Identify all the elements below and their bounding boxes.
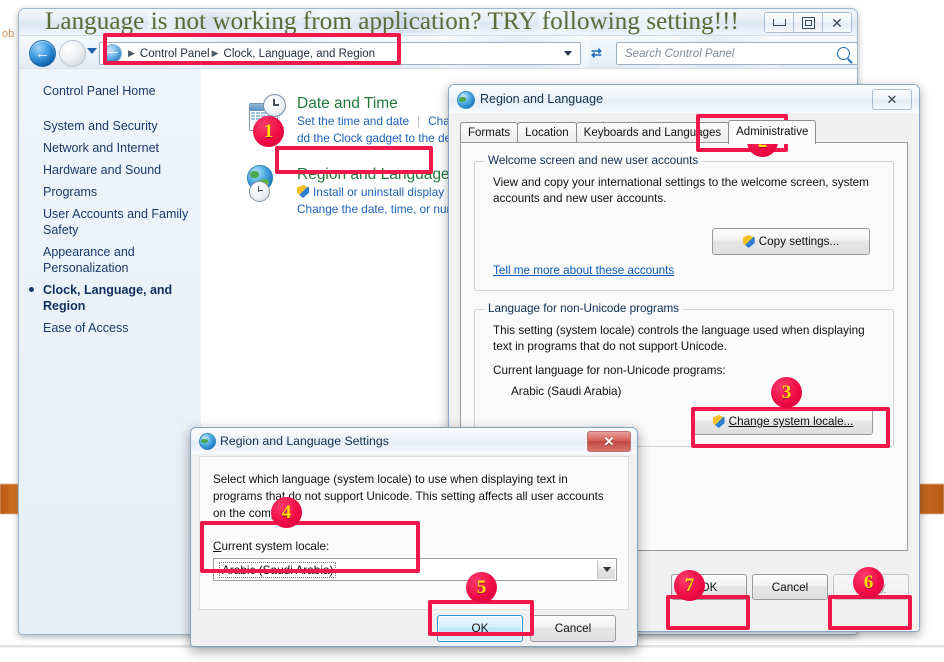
add-clock-gadget-link[interactable]: dd the Clock gadget to the des xyxy=(297,130,463,147)
change-system-locale-label: Change system locale... xyxy=(728,415,854,428)
slide-bottom-fill xyxy=(0,648,944,662)
search-input[interactable]: Search Control Panel xyxy=(625,48,734,60)
clock-icon xyxy=(263,94,286,117)
minimize-button[interactable] xyxy=(764,12,794,33)
uac-shield-icon xyxy=(297,185,309,198)
sidebar-item-control-panel-home[interactable]: Control Panel Home xyxy=(19,80,201,102)
tab-location[interactable]: Location xyxy=(517,122,577,143)
chevron-down-icon[interactable] xyxy=(597,560,615,579)
sidebar-item-hardware-and-sound[interactable]: Hardware and Sound xyxy=(19,159,201,181)
search-icon xyxy=(837,47,850,60)
minimize-icon xyxy=(772,19,786,26)
change-system-locale-button[interactable]: Change system locale... xyxy=(693,408,873,435)
region-dialog-titlebar: Region and Language ✕ xyxy=(449,85,919,113)
globe-icon xyxy=(199,433,216,450)
link-separator xyxy=(418,115,420,128)
refresh-button[interactable]: ⇄ xyxy=(585,42,608,63)
sidebar-item-ease-of-access[interactable]: Ease of Access xyxy=(19,317,201,339)
copy-settings-button[interactable]: Copy settings... xyxy=(712,228,870,255)
calendar-clock-icon xyxy=(247,94,287,134)
copy-settings-label: Copy settings... xyxy=(758,235,840,248)
close-icon: ✕ xyxy=(603,433,615,449)
current-language-value: Arabic (Saudi Arabia) xyxy=(511,385,622,398)
window-controls: ✕ xyxy=(764,12,852,33)
control-panel-titlebar: Language is not working from application… xyxy=(19,9,857,36)
background-ghost-text-left: ob xyxy=(2,28,15,40)
breadcrumb-separator-1: ▶ xyxy=(128,48,135,58)
address-dropdown-icon[interactable] xyxy=(564,51,572,56)
category-date-and-time: Date and Time Set the time and date Chan… xyxy=(247,94,463,147)
breadcrumb-separator-2: ▶ xyxy=(211,48,219,58)
settings-dialog-body: Select which language (system locale) to… xyxy=(199,456,629,610)
close-icon: ✕ xyxy=(831,14,843,31)
back-button[interactable]: ← xyxy=(29,40,56,67)
search-box[interactable]: Search Control Panel xyxy=(616,42,857,65)
sidebar-item-network-and-internet[interactable]: Network and Internet xyxy=(19,137,201,159)
category-date-and-time-text: Date and Time Set the time and date Chan… xyxy=(297,94,463,147)
back-arrow-icon: ← xyxy=(35,45,50,62)
settings-dialog-close-button[interactable]: ✕ xyxy=(587,431,631,452)
current-language-label: Current language for non-Unicode program… xyxy=(493,364,726,377)
globe-clock-icon xyxy=(247,165,287,205)
welcome-screen-group: Welcome screen and new user accounts Vie… xyxy=(474,154,894,291)
slide-heading: Language is not working from application… xyxy=(45,8,739,35)
control-panel-sidebar: Control Panel Home System and Security N… xyxy=(19,69,202,634)
refresh-icon: ⇄ xyxy=(591,44,602,60)
tab-administrative[interactable]: Administrative xyxy=(728,120,817,144)
settings-ok-button[interactable]: OK xyxy=(437,615,523,642)
region-and-language-settings-dialog: Region and Language Settings ✕ Select wh… xyxy=(190,427,638,647)
non-unicode-description: This setting (system locale) controls th… xyxy=(493,324,865,353)
region-ok-button[interactable]: OK xyxy=(671,574,747,600)
clock-icon xyxy=(249,181,270,202)
tab-keyboards-and-languages[interactable]: Keyboards and Languages xyxy=(575,122,730,143)
category-region-and-language-text: Region and Language Install or uninstall… xyxy=(297,165,463,218)
tab-formats[interactable]: Formats xyxy=(460,122,519,143)
date-and-time-sublinks: Set the time and date Chang xyxy=(297,113,463,130)
settings-dialog-titlebar: Region and Language Settings ✕ xyxy=(191,428,637,454)
breadcrumb-control-panel[interactable]: Control Panel xyxy=(140,48,210,60)
region-dialog-tabstrip: Formats Location Keyboards and Languages… xyxy=(460,120,908,144)
settings-cancel-button[interactable]: Cancel xyxy=(530,615,616,642)
breadcrumb-clock-language-region[interactable]: Clock, Language, and Region xyxy=(224,48,376,60)
settings-description: Select which language (system locale) to… xyxy=(213,473,604,520)
sidebar-item-system-and-security[interactable]: System and Security xyxy=(19,115,201,137)
non-unicode-group-label: Language for non-Unicode programs xyxy=(484,302,684,315)
screenshot-root: ob Language is not working from applicat… xyxy=(0,0,944,662)
sidebar-item-clock-language-and-region[interactable]: Clock, Language, and Region xyxy=(19,279,201,317)
uac-shield-icon xyxy=(743,235,755,248)
tell-me-more-link[interactable]: Tell me more about these accounts xyxy=(493,264,674,277)
apply-label: Apply xyxy=(856,580,886,594)
current-system-locale-value: Arabic (Saudi Arabia) xyxy=(219,561,337,578)
set-time-and-date-link[interactable]: Set the time and date xyxy=(297,113,409,130)
region-dialog-title: Region and Language xyxy=(480,92,604,106)
recent-pages-button[interactable] xyxy=(87,48,97,54)
current-system-locale-label: Current system locale: xyxy=(213,540,330,553)
close-button[interactable]: ✕ xyxy=(823,12,852,33)
category-region-and-language: Region and Language Install or uninstall… xyxy=(247,165,463,218)
region-dialog-close-button[interactable]: ✕ xyxy=(872,89,912,110)
sidebar-item-appearance-and-personalization[interactable]: Appearance and Personalization xyxy=(19,241,201,279)
change-date-time-number-formats-link[interactable]: Change the date, time, or numb xyxy=(297,201,463,218)
close-icon: ✕ xyxy=(886,91,898,107)
sidebar-item-user-accounts-and-family-safety[interactable]: User Accounts and Family Safety xyxy=(19,203,201,241)
globe-icon xyxy=(457,91,475,109)
settings-dialog-footer: OK Cancel xyxy=(191,610,637,646)
maximize-icon xyxy=(801,16,815,29)
install-display-languages-link[interactable]: Install or uninstall display lan xyxy=(297,184,463,201)
welcome-screen-group-label: Welcome screen and new user accounts xyxy=(484,154,703,167)
current-system-locale-combobox[interactable]: Arabic (Saudi Arabia) xyxy=(213,558,617,581)
sidebar-item-programs[interactable]: Programs xyxy=(19,181,201,203)
date-and-time-category-link[interactable]: Date and Time xyxy=(297,94,463,113)
address-bar[interactable]: ▶ Control Panel ▶ Clock, Language, and R… xyxy=(99,42,581,65)
control-panel-icon xyxy=(103,44,122,63)
welcome-screen-description: View and copy your international setting… xyxy=(493,176,869,205)
forward-button[interactable] xyxy=(59,40,86,67)
uac-shield-icon xyxy=(713,415,725,428)
region-cancel-button[interactable]: Cancel xyxy=(752,574,828,600)
settings-dialog-title: Region and Language Settings xyxy=(220,434,389,448)
apply-button: Apply xyxy=(833,574,909,600)
maximize-button[interactable] xyxy=(794,12,823,33)
current-system-locale-label-rest: urrent system locale: xyxy=(221,540,330,553)
region-and-language-category-link[interactable]: Region and Language xyxy=(297,165,463,184)
